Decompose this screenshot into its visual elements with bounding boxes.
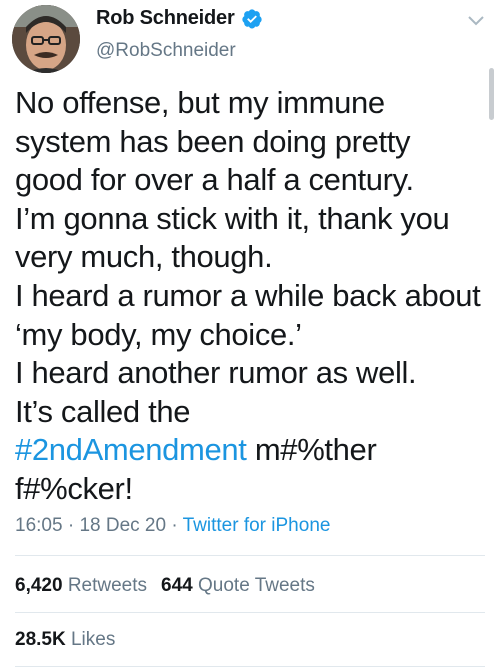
tweet-line: I heard another rumor as well. — [15, 355, 417, 391]
likes-label: Likes — [70, 629, 116, 650]
hashtag-link[interactable]: #2ndAmendment — [15, 432, 247, 467]
tweet-line-hashtag: #2ndAmendment m#%ther — [15, 431, 493, 470]
tweet-line: I’m gonna stick with it, thank you — [15, 200, 450, 236]
divider — [15, 555, 485, 556]
tweet-text-fragment: m#%ther — [246, 432, 377, 468]
tweet-text: No offense, but my immune system has bee… — [15, 84, 493, 509]
retweets-label: Retweets — [67, 575, 148, 596]
likes-row: 28.5K Likes — [15, 629, 115, 651]
quote-tweets-label: Quote Tweets — [198, 575, 315, 596]
tweet-time[interactable]: 16:05 — [15, 515, 63, 536]
separator: · — [62, 515, 80, 536]
divider — [15, 666, 485, 667]
tweet-line: system has been doing pretty — [15, 123, 411, 159]
tweet-line: ‘my body, my choice.’ — [15, 316, 302, 352]
verified-badge-icon — [241, 8, 263, 30]
tweet-date[interactable]: 18 Dec 20 — [79, 515, 166, 536]
tweet-line: It’s called the — [15, 393, 191, 429]
tweet-line: good for over a half a century. — [15, 162, 414, 198]
chevron-down-icon[interactable] — [466, 14, 486, 28]
retweets-stat[interactable]: 6,420 Retweets — [15, 575, 147, 596]
tweet-header: Rob Schneider @RobSchneider — [0, 0, 500, 80]
tweet-line: I heard a rumor a while back about — [15, 277, 481, 313]
tweet-line: No offense, but my immune — [15, 85, 385, 120]
avatar[interactable] — [12, 5, 80, 73]
quote-tweets-stat[interactable]: 644 Quote Tweets — [161, 575, 315, 596]
avatar-image — [12, 5, 80, 73]
tweet-metadata: 16:05 · 18 Dec 20 · Twitter for iPhone — [15, 515, 330, 537]
divider — [15, 612, 485, 613]
tweet-line: very much, though. — [15, 239, 273, 275]
retweets-count: 6,420 — [15, 575, 63, 596]
engagement-stats: 6,420 Retweets 644 Quote Tweets — [15, 575, 315, 597]
separator: · — [166, 515, 183, 536]
likes-stat[interactable]: 28.5K Likes — [15, 629, 115, 650]
quote-tweets-count: 644 — [161, 575, 193, 596]
user-handle[interactable]: @RobSchneider — [96, 40, 236, 62]
name-row: Rob Schneider — [96, 7, 263, 30]
likes-count: 28.5K — [15, 629, 66, 650]
tweet-source-link[interactable]: Twitter for iPhone — [183, 515, 331, 536]
tweet-line: f#%cker! — [15, 470, 133, 506]
display-name[interactable]: Rob Schneider — [96, 7, 235, 30]
